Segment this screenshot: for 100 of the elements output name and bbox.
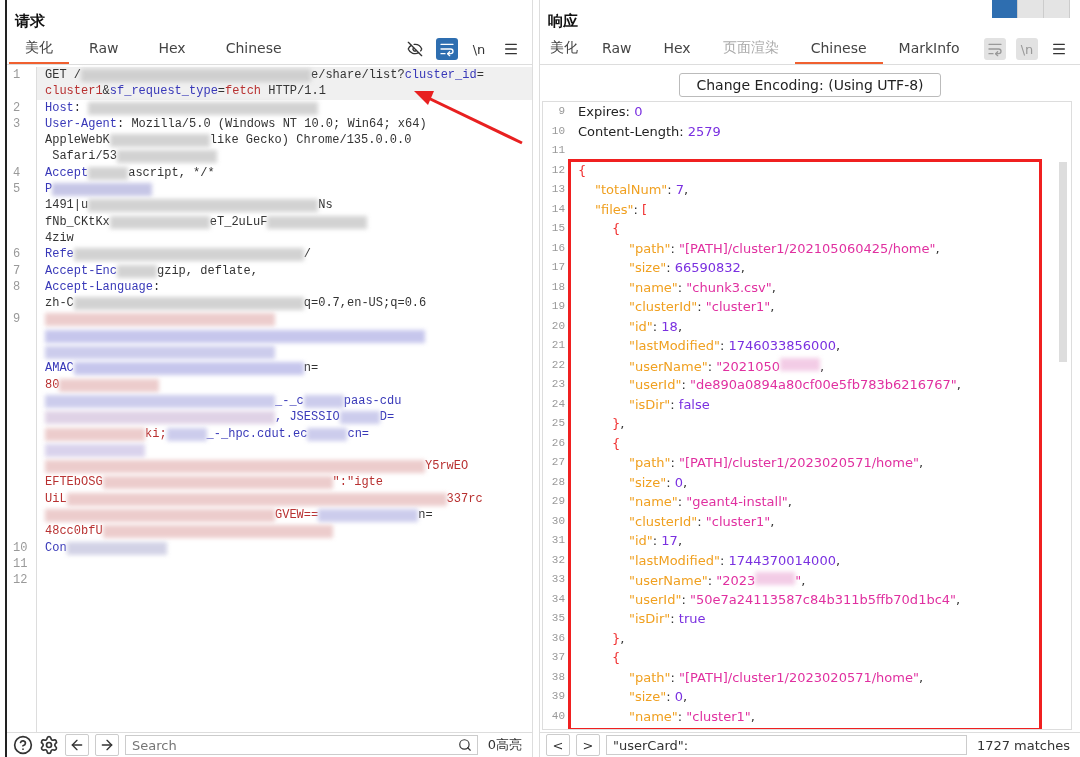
- code-text: "clusterId": [629, 299, 698, 314]
- search-field[interactable]: Search: [125, 735, 478, 755]
- arrow-right-icon: [99, 737, 115, 753]
- code-text: :: [670, 455, 676, 470]
- tab[interactable]: Chinese: [794, 34, 883, 64]
- line-number: 6: [7, 246, 37, 263]
- search-icon[interactable]: [457, 738, 472, 752]
- code-text: :: [677, 279, 684, 295]
- code-text: Refe: [45, 246, 74, 263]
- code-text: :: [670, 611, 676, 626]
- code-text: ,: [750, 708, 755, 724]
- code-text: "name": [629, 708, 678, 724]
- line-number: 11: [550, 143, 566, 158]
- tab[interactable]: 美化: [9, 34, 69, 64]
- line-number: 29: [550, 494, 566, 509]
- next-button[interactable]: >: [576, 734, 600, 756]
- code-text: "isDir": [629, 396, 671, 412]
- tab[interactable]: MarkInfo: [882, 34, 976, 64]
- code-text: "size": [629, 474, 667, 490]
- code-text: "size": [629, 689, 667, 704]
- code-text: :: [670, 396, 676, 412]
- line-number: 9: [557, 104, 566, 119]
- code-text: ,: [956, 591, 961, 607]
- forward-button[interactable]: [95, 734, 119, 756]
- scrollbar-thumb[interactable]: [1059, 162, 1067, 362]
- code-text: gzip, deflate,: [157, 262, 258, 279]
- code-text: "size": [629, 260, 667, 275]
- encoding-button[interactable]: Change Encoding: (Using UTF-8): [679, 73, 941, 97]
- arrow-left-icon: [69, 737, 85, 753]
- code-text: :: [677, 708, 684, 724]
- code-text: "totalNum": [595, 182, 668, 197]
- code-text: }: [612, 416, 621, 431]
- code-text: sf_request_type: [109, 83, 218, 100]
- help-icon[interactable]: [13, 735, 33, 755]
- code-text: Accept-Language: [45, 278, 154, 296]
- code-text: Y5rwEO: [425, 458, 469, 475]
- code-text: "path": [629, 455, 671, 470]
- search-field[interactable]: "userCard":: [606, 735, 967, 755]
- tab[interactable]: Hex: [138, 34, 206, 64]
- code-text: =: [476, 67, 484, 84]
- code-text: :: [652, 318, 659, 334]
- code-text: }: [612, 630, 621, 646]
- layout-button[interactable]: [992, 0, 1018, 18]
- code-text: :: [670, 669, 676, 685]
- code-text: "userId": [629, 591, 682, 607]
- line-number: 30: [550, 513, 566, 529]
- tab[interactable]: Raw: [69, 34, 139, 64]
- line-number: 38: [550, 669, 566, 685]
- code-text: 66590832: [674, 260, 741, 275]
- code-text: "path": [629, 240, 671, 256]
- code-text: /: [303, 246, 311, 263]
- code-text: :: [666, 689, 672, 704]
- code-text: Content-Length:: [578, 123, 685, 139]
- tab[interactable]: Hex: [647, 34, 707, 64]
- line-number: 31: [550, 533, 566, 548]
- code-text: 1746033856000: [728, 338, 836, 353]
- code-text: :: [697, 513, 703, 529]
- line-number: 9: [7, 311, 37, 328]
- line-number: 8: [7, 278, 37, 296]
- match-count: 1727 matches: [975, 737, 1071, 753]
- code-text: ,: [835, 552, 841, 568]
- newline-button[interactable]: \n: [468, 38, 490, 60]
- code-text: EFTEbOSG: [45, 474, 103, 491]
- code-text: "cluster1": [705, 299, 771, 314]
- line-number: 36: [550, 630, 566, 646]
- code-text: "2023: [716, 573, 756, 588]
- back-button[interactable]: [65, 734, 89, 756]
- line-number: 12: [7, 572, 37, 589]
- tab[interactable]: 美化: [542, 34, 586, 64]
- code-text: ,: [770, 299, 775, 314]
- code-text: n=: [303, 360, 319, 377]
- code-text: "name": [629, 279, 678, 295]
- code-text: :: [666, 260, 672, 275]
- code-text: HTTP/1.1: [267, 83, 326, 100]
- wrap-text-icon[interactable]: [436, 38, 458, 60]
- tab[interactable]: Chinese: [205, 34, 302, 64]
- code-text: e/share/list?: [311, 67, 405, 84]
- code-text: cluster_id: [404, 67, 477, 84]
- code-text: _-_hpc.cdut.ec: [206, 425, 308, 442]
- code-text: "cluster1": [686, 708, 751, 724]
- tab[interactable]: Raw: [586, 34, 648, 64]
- code-text: ":"igte: [332, 474, 384, 491]
- code-text: "2021050: [716, 358, 781, 374]
- line-number: 18: [550, 279, 566, 295]
- code-text: q=0.7,en-US;q=0.6: [303, 295, 427, 312]
- previous-button[interactable]: <: [546, 734, 570, 756]
- line-number: 35: [550, 611, 566, 626]
- code-text: :: [153, 278, 161, 296]
- settings-icon[interactable]: [39, 735, 59, 755]
- code-text: "50e7a24113587c84b311b5ffb70d1bc4": [689, 591, 957, 607]
- line-number: 34: [550, 591, 566, 607]
- code-text: "chunk3.csv": [686, 279, 772, 295]
- code-text: ,: [684, 182, 689, 197]
- code-text: 1491|u: [45, 197, 89, 214]
- code-text: P: [45, 181, 53, 198]
- code-text: "geant4-install": [686, 494, 788, 509]
- line-number: 14: [550, 201, 566, 217]
- code-text: "userName": [629, 573, 708, 588]
- code-text: :: [681, 377, 687, 392]
- code-text: :: [677, 494, 684, 509]
